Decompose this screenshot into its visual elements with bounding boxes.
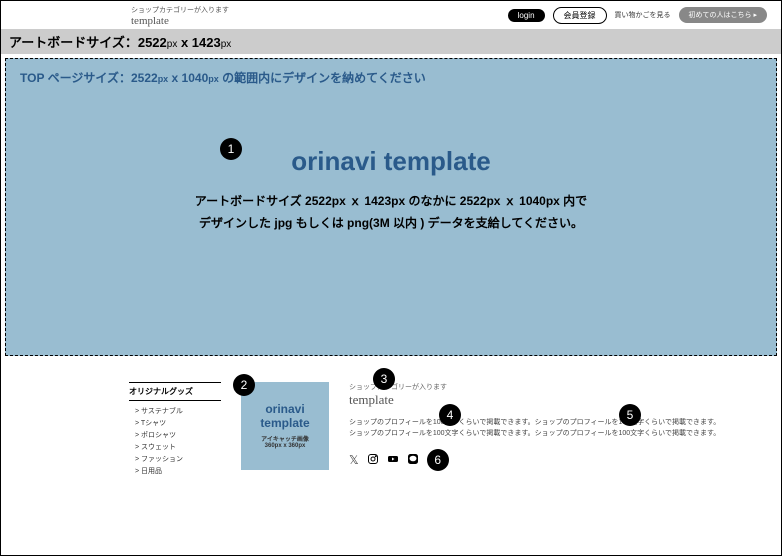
sidebar-item[interactable]: > スウェット [129,441,221,453]
x-icon[interactable]: 𝕏 [349,453,359,467]
sidebar-item[interactable]: > サステナブル [129,405,221,417]
cart-link[interactable]: 買い物かごを見る [615,10,671,20]
detail-name: template [349,392,763,408]
marker-3: 3 [373,368,395,390]
youtube-icon[interactable] [387,453,399,468]
eyecatch-thumb: 2 orinavi template アイキャッチ画像 360px x 360p… [241,382,329,470]
thumb-size: 360px x 360px [265,443,306,449]
register-button[interactable]: 会員登録 [553,7,607,24]
marker-2: 2 [233,374,255,396]
thumb-caption: アイキャッチ画像 [261,434,309,443]
hero-desc: アートボードサイズ 2522px ｘ 1423px のなかに 2522px ｘ … [20,191,762,234]
social-icons: 𝕏 6 [349,449,763,471]
sidebar-item[interactable]: > ポロシャツ [129,429,221,441]
hero-top-note: TOP ページサイズ：2522px x 1040px の範囲内にデザインを納めて… [20,69,762,86]
template-text: template [131,15,229,28]
shop-detail: 3 ショップカテゴリーが入ります template 4 5 ショップのプロフィー… [349,382,763,477]
top-bar: ショップカテゴリーが入ります template login 会員登録 買い物かご… [1,1,781,29]
first-time-button[interactable]: 初めての人はこちら ▸ [679,7,767,23]
thumb-title: orinavi template [241,403,329,429]
sidebar-item[interactable]: > 日用品 [129,465,221,477]
detail-profile: ショップのプロフィールを100文字くらいで掲載できます。ショップのプロフィールを… [349,418,763,439]
marker-4: 4 [439,404,461,426]
marker-5: 5 [619,404,641,426]
category-text: ショップカテゴリーが入ります [131,7,229,15]
login-button[interactable]: login [508,9,545,22]
sidebar-item[interactable]: > Tシャツ [129,417,221,429]
sidebar: オリジナルグッズ > サステナブル > Tシャツ > ポロシャツ > スウェット… [129,382,221,477]
artboard-size-label: アートボードサイズ：2522px x 1423px [1,29,781,54]
hero-area: TOP ページサイズ：2522px x 1040px の範囲内にデザインを納めて… [5,58,777,356]
instagram-icon[interactable] [367,453,379,468]
marker-6: 6 [427,449,449,471]
sidebar-title: オリジナルグッズ [129,382,221,401]
hero-title: orinavi template [20,146,762,177]
marker-1: 1 [220,138,242,160]
line-icon[interactable] [407,453,419,468]
detail-category: ショップカテゴリーが入ります [349,382,763,392]
sidebar-item[interactable]: > ファッション [129,453,221,465]
shop-label: ショップカテゴリーが入ります template [131,7,229,29]
